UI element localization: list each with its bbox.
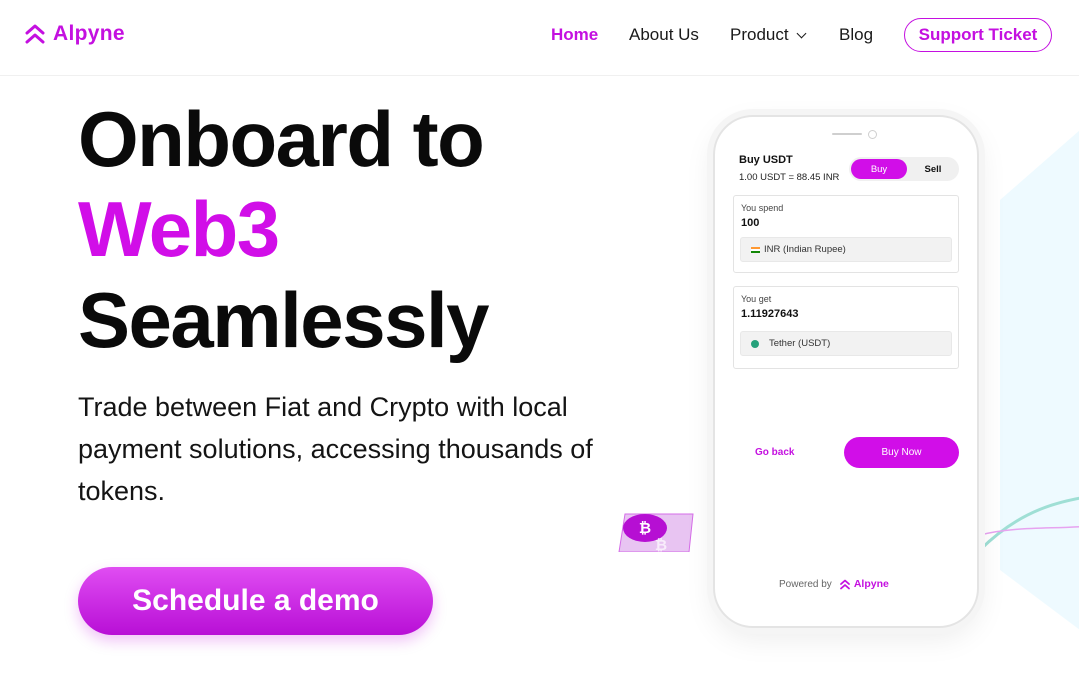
bitcoin-icon: ₿ ₿ [618,513,694,552]
spend-label: You spend [741,203,784,213]
nav-blog-link[interactable]: Blog [839,25,873,45]
buy-sell-toggle: Buy Sell [849,157,959,181]
nav-home-link[interactable]: Home [551,25,598,45]
logo[interactable]: Alpyne [25,22,125,46]
nav-about-link[interactable]: About Us [629,25,699,45]
toggle-sell-button[interactable]: Sell [909,159,957,179]
hero-subtitle: Trade between Fiat and Crypto with local… [78,392,593,506]
svg-text:₿: ₿ [639,519,651,537]
schedule-demo-button[interactable]: Schedule a demo [78,567,433,635]
powered-by: Powered by Alpyne [779,578,889,590]
powered-by-brand: Alpyne [853,578,889,590]
get-amount-value: 1.11927643 [741,308,799,320]
hero-heading-line3: Seamlessly [78,276,490,364]
spend-currency-select[interactable]: INR (Indian Rupee) [740,237,952,262]
widget-rate: 1.00 USDT = 88.45 INR [739,172,840,183]
chevron-down-icon [796,28,807,39]
spend-amount-input[interactable]: 100 [741,217,759,229]
go-back-link[interactable]: Go back [755,447,794,458]
phone-mockup: Buy USDT 1.00 USDT = 88.45 INR Buy Sell … [713,115,979,628]
nav-product-dropdown[interactable]: Product [730,25,807,45]
get-card: You get 1.11927643 Tether (USDT) [733,286,959,369]
get-currency-label: Tether (USDT) [769,338,831,349]
hero-heading-line1: Onboard to [78,95,485,183]
get-currency-select[interactable]: Tether (USDT) [740,331,952,356]
hero-heading-line2: Web3 [78,185,280,273]
buy-now-button[interactable]: Buy Now [844,437,959,468]
spend-currency-label: INR (Indian Rupee) [764,244,846,255]
logo-text: Alpyne [53,22,125,45]
alpyne-chevrons-icon [839,579,850,589]
svg-text:₿: ₿ [655,536,667,552]
toggle-buy-button[interactable]: Buy [851,159,907,179]
top-nav: Alpyne Home About Us Product Blog Suppor… [0,0,1079,76]
alpyne-chevrons-icon [25,24,45,44]
support-ticket-button[interactable]: Support Ticket [904,18,1052,52]
spend-card: You spend 100 INR (Indian Rupee) [733,195,959,273]
powered-by-logo: Alpyne [839,578,889,590]
nav-product-label: Product [730,25,789,44]
phone-camera [868,130,877,139]
get-label: You get [741,294,772,304]
phone-speaker [832,133,862,135]
india-flag-icon [751,246,760,253]
tether-icon [751,339,759,348]
widget-title: Buy USDT [739,154,793,166]
powered-by-label: Powered by [779,578,832,590]
